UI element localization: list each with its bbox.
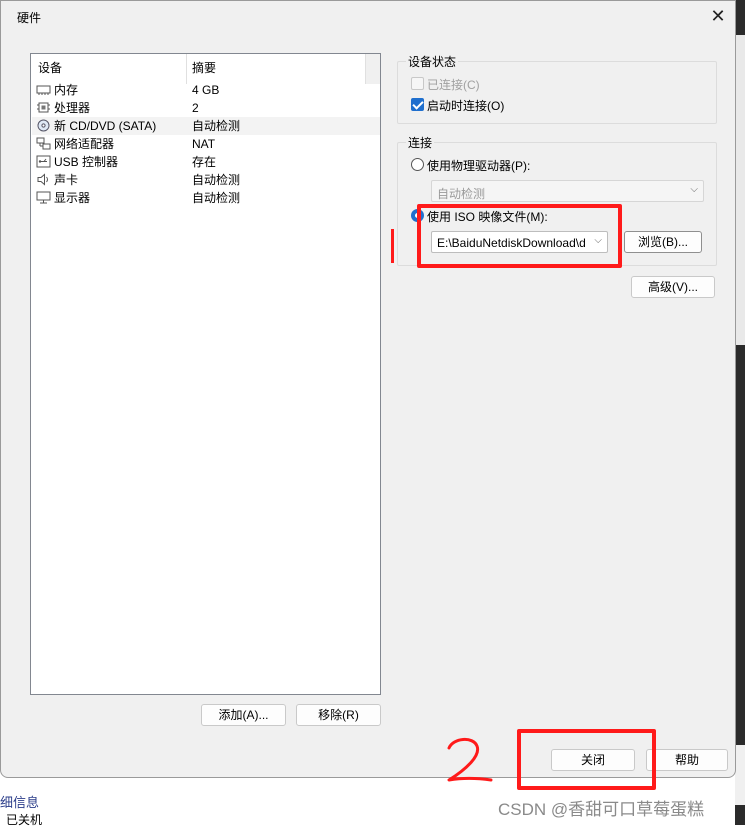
annotation-mark-1: 1 — [387, 229, 397, 263]
device-status-group: 设备状态 已连接(C) 启动时连接(O) — [397, 53, 717, 124]
browse-button[interactable]: 浏览(B)... — [624, 231, 702, 253]
device-row-sound[interactable]: 声卡 自动检测 — [32, 171, 380, 189]
title-bar: 硬件 ✕ — [1, 1, 735, 31]
chevron-down-icon: ⌵ — [594, 235, 602, 246]
device-row-usb[interactable]: USB 控制器 存在 — [32, 153, 380, 171]
iso-path-value: E:\BaiduNetdiskDownload\d — [437, 236, 586, 250]
watermark: CSDN @香甜可口草莓蛋糕 — [498, 800, 705, 819]
physical-drive-value: 自动检测 — [437, 187, 486, 201]
device-name: 内存 — [54, 83, 79, 97]
iso-image-label: 使用 ISO 映像文件(M): — [427, 210, 548, 224]
column-divider — [186, 54, 187, 84]
chevron-down-icon: ⌵ — [690, 184, 698, 195]
add-device-button[interactable]: 添加(A)... — [201, 704, 286, 726]
device-row-display[interactable]: 显示器 自动检测 — [32, 189, 380, 207]
device-name: 声卡 — [54, 173, 79, 187]
device-name: USB 控制器 — [54, 155, 119, 169]
device-name: 网络适配器 — [54, 137, 115, 151]
physical-drive-select[interactable]: 自动检测 ⌵ — [431, 180, 704, 202]
iso-image-radio[interactable] — [411, 209, 424, 222]
iso-path-combo[interactable]: E:\BaiduNetdiskDownload\d ⌵ — [431, 231, 608, 253]
speaker-icon — [37, 173, 48, 186]
column-header-summary[interactable]: 摘要 — [192, 54, 216, 78]
usb-icon — [36, 155, 51, 168]
remove-device-button[interactable]: 移除(R) — [296, 704, 381, 726]
annotation-mark-2: 2 — [447, 738, 493, 782]
details-label: 细信息 — [0, 795, 40, 810]
connect-at-power-on-label: 启动时连接(O) — [427, 99, 505, 113]
help-button[interactable]: 帮助 — [646, 749, 728, 771]
physical-drive-label: 使用物理驱动器(P): — [427, 159, 531, 173]
device-list[interactable]: 设备 摘要 内存 4 GB 处理器 2 新 CD/DVD (SATA) 自动检测… — [30, 53, 381, 695]
device-name: 显示器 — [54, 191, 91, 205]
connected-checkbox[interactable] — [411, 77, 424, 90]
background-panel-strip — [735, 35, 745, 345]
device-status-title: 设备状态 — [406, 53, 459, 70]
device-summary: 4 GB — [192, 83, 220, 97]
connection-title: 连接 — [406, 134, 435, 151]
network-icon — [36, 137, 51, 150]
device-summary: 存在 — [192, 155, 217, 169]
dialog-title: 硬件 — [17, 11, 42, 25]
scrollbar-stub — [365, 54, 380, 84]
device-row-memory[interactable]: 内存 4 GB — [32, 81, 380, 99]
physical-drive-radio[interactable] — [411, 158, 424, 171]
background-window-edge — [735, 0, 745, 825]
advanced-button[interactable]: 高级(V)... — [631, 276, 715, 298]
column-header-device[interactable]: 设备 — [38, 54, 62, 78]
cd-dvd-icon — [37, 119, 50, 132]
device-summary: 自动检测 — [192, 191, 241, 205]
close-icon[interactable]: ✕ — [707, 5, 729, 27]
device-name: 处理器 — [54, 101, 91, 115]
monitor-icon — [36, 191, 51, 204]
device-name: 新 CD/DVD (SATA) — [54, 119, 157, 133]
power-state-label: 已关机 — [6, 813, 43, 827]
connect-at-power-on-checkbox[interactable] — [411, 98, 424, 111]
close-button[interactable]: 关闭 — [551, 749, 635, 771]
cpu-icon — [37, 102, 50, 113]
device-summary: 2 — [192, 101, 199, 115]
memory-icon — [36, 85, 51, 95]
device-row-cpu[interactable]: 处理器 2 — [32, 99, 380, 117]
device-summary: 自动检测 — [192, 173, 241, 187]
annotation-stroke — [391, 229, 394, 263]
device-row-cd-dvd[interactable]: 新 CD/DVD (SATA) 自动检测 — [32, 117, 380, 135]
connected-label: 已连接(C) — [427, 78, 480, 92]
device-row-network[interactable]: 网络适配器 NAT — [32, 135, 380, 153]
device-summary: 自动检测 — [192, 119, 241, 133]
device-summary: NAT — [192, 137, 216, 151]
background-panel-strip-lower — [735, 745, 745, 805]
hardware-dialog: 硬件 ✕ 设备 摘要 内存 4 GB 处理器 2 新 CD/DVD (SATA)… — [0, 0, 736, 778]
connection-group: 连接 使用物理驱动器(P): 自动检测 ⌵ 使用 ISO 映像文件(M): E:… — [397, 134, 717, 266]
